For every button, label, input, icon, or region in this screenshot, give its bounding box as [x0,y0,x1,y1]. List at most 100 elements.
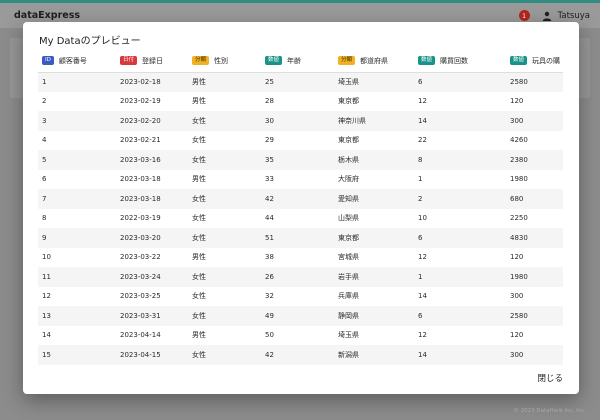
table-cell: 22 [418,136,427,145]
user-icon [542,11,551,21]
table-cell: 2023-03-25 [120,292,161,301]
notification-badge[interactable]: 1 [518,10,530,21]
table-cell: 1 [418,175,423,184]
table-cell: 38 [265,253,274,262]
table-cell: 25 [261,72,334,92]
close-button[interactable]: 閉じる [533,370,567,386]
table-cell: 300 [506,111,563,131]
table-cell: 300 [506,345,563,365]
brand-logo[interactable]: dataExpress [14,10,80,21]
table-cell: 12 [418,331,427,340]
table-cell: 2250 [510,214,528,223]
table-cell: 2023-03-18 [120,175,161,184]
table-cell: 50 [265,331,274,340]
table-cell: 3 [38,111,116,131]
table-cell: 2023-03-22 [120,253,161,262]
column-header[interactable]: 数値 購買回数 [414,50,506,73]
table-cell: 11 [38,267,116,287]
user-name: Tatsuya [557,10,590,21]
table-cell: 2023-03-20 [116,228,188,248]
table-row: 10 2023-03-22 男性 38 宮城県 12 120 [38,248,563,268]
table-cell: 女性 [192,136,206,145]
table-cell: 1980 [506,267,563,287]
table-cell: 女性 [188,111,261,131]
copyright-text: © 2023 DataHerb Inc. Inc. [513,408,586,414]
column-type-badge: 日付 [120,56,138,66]
table-cell: 宮城県 [338,253,359,262]
table-cell: 男性 [188,72,261,92]
table-cell: 男性 [192,331,206,340]
table-cell: 51 [261,228,334,248]
table-cell: 2023-03-24 [116,267,188,287]
table-cell: 10 [418,214,427,223]
table-cell: 28 [265,97,274,106]
table-cell: 120 [510,253,524,262]
column-header[interactable]: 日付 登録日 [116,50,188,73]
table-cell: 静岡県 [334,306,414,326]
table-body: 1 2023-02-18 男性 25 埼玉県 6 2580 2 2023-02-19 男性 28 東京… [38,72,563,365]
table-row: 12 2023-03-25 女性 32 兵庫県 14 300 [38,287,563,307]
table-row: 9 2023-03-20 女性 51 東京都 6 4830 [38,228,563,248]
table-cell: 女性 [188,150,261,170]
table-cell: 8 [42,214,47,223]
table-cell: 2023-02-18 [116,72,188,92]
table-cell: 9 [38,228,116,248]
table-cell: 東京都 [338,136,359,145]
table-cell: 東京都 [334,228,414,248]
table-cell: 680 [506,189,563,209]
table-cell: 女性 [192,214,206,223]
column-header-label: 購買回数 [440,56,469,65]
table-cell: 7 [38,189,116,209]
table-cell: 女性 [188,189,261,209]
column-type-badge: 分類 [192,56,210,66]
table-cell: 2023-04-14 [120,331,161,340]
column-type-badge: 数値 [510,56,528,66]
table-cell: 120 [510,331,524,340]
column-header-label: 性別 [214,56,229,65]
table-cell: 愛知県 [334,189,414,209]
table-cell: 女性 [188,345,261,365]
table-row: 8 2022-03-19 女性 44 山梨県 10 2250 [38,209,563,229]
table-cell: 新潟県 [334,345,414,365]
dialog-title: My Dataのプレビュー [39,36,141,47]
table-cell: 兵庫県 [338,292,359,301]
table-cell: 男性 [192,175,206,184]
column-header[interactable]: 分類 性別 [188,50,261,73]
table-row: 11 2023-03-24 女性 26 岩手県 1 1980 [38,267,563,287]
table-cell: 女性 [188,267,261,287]
table-cell: 2023-02-20 [116,111,188,131]
table-cell: 6 [414,72,506,92]
preview-table-container[interactable]: ID 顧客番号 日付 登録日 分類 性別 数値 年齢 分類 都道府県 数値 購買回数 数値 玩具の購 12… [38,50,563,378]
table-cell: 男性 [192,253,206,262]
table-cell: 2380 [506,150,563,170]
table-cell: 14 [414,345,506,365]
table-cell: 4830 [506,228,563,248]
table-cell: 埼玉県 [334,72,414,92]
table-cell: 東京都 [338,97,359,106]
user-menu[interactable]: Tatsuya [542,11,590,21]
column-header[interactable]: 分類 都道府県 [334,50,414,73]
table-cell: 29 [265,136,274,145]
table-cell: 2 [42,97,47,106]
table-cell: 26 [261,267,334,287]
table-cell: 44 [265,214,274,223]
table-cell: 6 [414,228,506,248]
column-header[interactable]: 数値 玩具の購 [506,50,563,73]
column-header[interactable]: 数値 年齢 [261,50,334,73]
table-cell: 女性 [188,228,261,248]
table-cell: 女性 [192,292,206,301]
column-header[interactable]: ID 顧客番号 [38,50,116,73]
column-header-label: 都道府県 [360,56,389,65]
table-cell: 1 [414,267,506,287]
table-cell: 2580 [506,72,563,92]
table-row: 5 2023-03-16 女性 35 栃木県 8 2380 [38,150,563,170]
table-cell: 2023-04-15 [116,345,188,365]
table-header-row: ID 顧客番号 日付 登録日 分類 性別 数値 年齢 分類 都道府県 数値 購買回数 数値 玩具の購 [38,50,563,73]
table-cell: 10 [42,253,51,262]
table-cell: 岩手県 [334,267,414,287]
column-type-badge: 分類 [338,56,356,66]
table-cell: 42 [261,189,334,209]
table-cell: 30 [261,111,334,131]
preview-table: ID 顧客番号 日付 登録日 分類 性別 数値 年齢 分類 都道府県 数値 購買回数 数値 玩具の購 12… [38,50,563,365]
table-cell: 8 [414,150,506,170]
